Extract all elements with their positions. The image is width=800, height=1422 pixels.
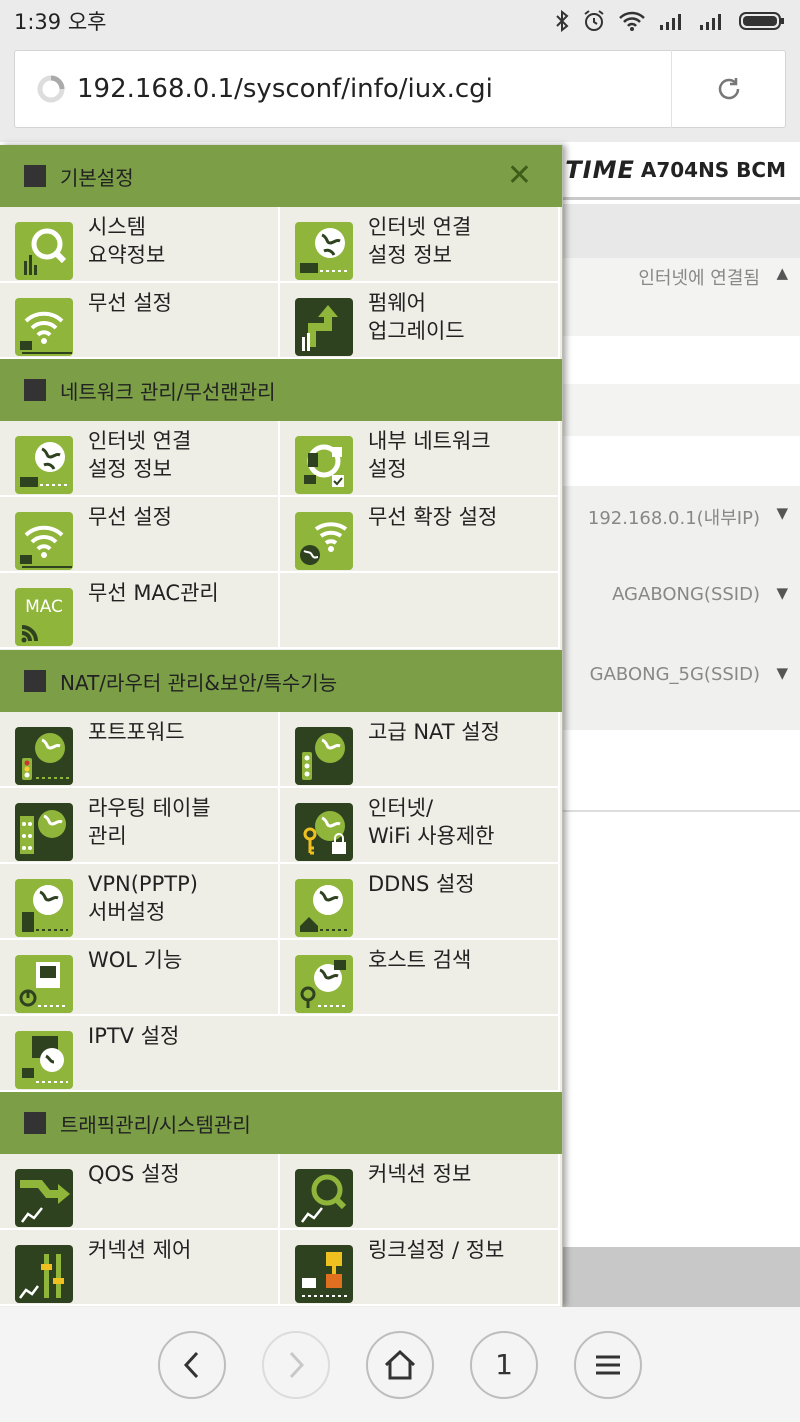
search-chart-icon xyxy=(295,1169,353,1227)
reload-button[interactable] xyxy=(671,50,785,128)
upgrade-arrow-icon xyxy=(295,298,353,356)
reload-icon xyxy=(718,78,739,100)
home-button[interactable] xyxy=(366,1330,434,1399)
section-header-basic: 기본설정 ✕ xyxy=(0,145,562,207)
wifi-globe-icon xyxy=(295,512,353,570)
caret-down-icon: ▼ xyxy=(776,504,788,522)
square-bullet-icon xyxy=(24,670,46,692)
close-icon[interactable]: ✕ xyxy=(507,161,532,191)
chevron-right-icon xyxy=(289,1351,305,1378)
square-bullet-icon xyxy=(24,165,46,187)
menu-item-routing-table[interactable]: 라우팅 테이블 관리 xyxy=(0,788,280,864)
menu-item-wol[interactable]: WOL 기능 xyxy=(0,940,280,1016)
settings-menu-panel: 기본설정 ✕ 시스템 요약정보 인터넷 연결 설정 정보 무선 설정 펌웨어 업… xyxy=(0,145,563,1307)
menu-item-wireless-setting[interactable]: 무선 설정 xyxy=(0,497,280,573)
alarm-icon xyxy=(584,10,604,31)
search-chart-icon xyxy=(15,222,73,280)
menu-item-wireless-mac[interactable]: MAC 무선 MAC관리 xyxy=(0,573,280,649)
menu-item-firmware-upgrade[interactable]: 펌웨어 업그레이드 xyxy=(280,283,560,359)
status-row[interactable]: 인터넷에 연결됨 ▲ xyxy=(562,264,800,290)
status-row[interactable]: AGABONG(SSID) ▼ xyxy=(562,584,800,605)
mac-wifi-icon: MAC xyxy=(15,588,73,646)
url-text[interactable]: 192.168.0.1/sysconf/info/iux.cgi xyxy=(77,74,671,104)
menu-item-port-forward[interactable]: 포트포워드 xyxy=(0,712,280,788)
brand-logo: TIME xyxy=(565,155,635,184)
iptv-icon xyxy=(15,1031,73,1089)
section-header-traffic: 트래픽관리/시스템관리 xyxy=(0,1092,562,1154)
status-row[interactable]: 192.168.0.1(내부IP) ▼ xyxy=(562,504,800,530)
battery-icon xyxy=(739,12,784,30)
menu-item-vpn-server[interactable]: VPN(PPTP) 서버설정 xyxy=(0,864,280,940)
globe-icon xyxy=(15,436,73,494)
menu-item-wireless-extension[interactable]: 무선 확장 설정 xyxy=(280,497,560,573)
menu-item-internet-setting[interactable]: 인터넷 연결 설정 정보 xyxy=(280,207,560,283)
caret-up-icon: ▲ xyxy=(776,264,788,282)
bluetooth-icon xyxy=(556,10,569,32)
browser-bottom-nav: 1 xyxy=(0,1307,800,1422)
section-title: 네트워크 관리/무선랜관리 xyxy=(60,379,276,404)
lan-network-icon xyxy=(295,436,353,494)
caret-down-icon: ▼ xyxy=(776,584,788,602)
section-title: 트래픽관리/시스템관리 xyxy=(60,1112,251,1137)
routing-table-icon xyxy=(15,803,73,861)
status-row[interactable]: GABONG_5G(SSID) ▼ xyxy=(562,664,800,685)
chevron-left-icon xyxy=(183,1351,199,1378)
menu-item-link-setting[interactable]: 링크설정 / 정보 xyxy=(280,1230,560,1306)
section-title: 기본설정 xyxy=(60,165,134,190)
qos-arrow-icon xyxy=(15,1169,73,1227)
model-name: A704NS BCM xyxy=(640,157,786,182)
wifi-icon xyxy=(15,512,73,570)
traffic-light-globe-icon xyxy=(295,727,353,785)
menu-item-empty xyxy=(280,573,560,649)
address-bar[interactable]: 192.168.0.1/sysconf/info/iux.cgi xyxy=(14,50,786,128)
ddns-home-icon xyxy=(295,879,353,937)
vpn-server-icon xyxy=(15,879,73,937)
section-header-network: 네트워크 관리/무선랜관리 xyxy=(0,359,562,421)
link-setting-icon xyxy=(295,1245,353,1303)
equalizer-icon xyxy=(15,1245,73,1303)
menu-item-connection-info[interactable]: 커넥션 정보 xyxy=(280,1154,560,1230)
section-header-nat: NAT/라우터 관리&보안/특수기능 xyxy=(0,650,562,712)
wifi-icon xyxy=(15,298,73,356)
menu-item-advanced-nat[interactable]: 고급 NAT 설정 xyxy=(280,712,560,788)
status-bar: 1:39 오후 xyxy=(0,0,800,42)
menu-item-iptv[interactable]: IPTV 설정 xyxy=(0,1016,560,1092)
section-title: NAT/라우터 관리&보안/특수기능 xyxy=(60,670,338,695)
home-icon xyxy=(384,1349,416,1379)
host-search-icon xyxy=(295,955,353,1013)
forward-button[interactable] xyxy=(262,1330,330,1399)
globe-icon xyxy=(295,222,353,280)
power-monitor-icon xyxy=(15,955,73,1013)
menu-item-wireless-setting[interactable]: 무선 설정 xyxy=(0,283,280,359)
square-bullet-icon xyxy=(24,1112,46,1134)
tab-count: 1 xyxy=(495,1348,513,1381)
caret-down-icon: ▼ xyxy=(776,664,788,682)
menu-item-host-search[interactable]: 호스트 검색 xyxy=(280,940,560,1016)
menu-button[interactable] xyxy=(574,1330,642,1399)
loading-icon xyxy=(37,75,65,103)
status-time: 1:39 오후 xyxy=(14,10,107,34)
wifi-icon xyxy=(619,11,645,31)
signal-icon-2 xyxy=(700,14,721,30)
menu-item-lan-setting[interactable]: 내부 네트워크 설정 xyxy=(280,421,560,497)
menu-item-qos[interactable]: QOS 설정 xyxy=(0,1154,280,1230)
menu-item-internet-restriction[interactable]: 인터넷/ WiFi 사용제한 xyxy=(280,788,560,864)
lock-key-globe-icon xyxy=(295,803,353,861)
traffic-light-globe-icon xyxy=(15,727,73,785)
menu-item-ddns[interactable]: DDNS 설정 xyxy=(280,864,560,940)
browser-toolbar: 192.168.0.1/sysconf/info/iux.cgi xyxy=(0,42,800,142)
menu-item-internet-setting[interactable]: 인터넷 연결 설정 정보 xyxy=(0,421,280,497)
square-bullet-icon xyxy=(24,379,46,401)
hamburger-icon xyxy=(596,1355,620,1374)
signal-icon xyxy=(660,14,681,30)
back-button[interactable] xyxy=(158,1330,226,1399)
svg-text:MAC: MAC xyxy=(25,597,63,617)
menu-item-connection-control[interactable]: 커넥션 제어 xyxy=(0,1230,280,1306)
tabs-button[interactable]: 1 xyxy=(470,1330,538,1399)
menu-item-system-summary[interactable]: 시스템 요약정보 xyxy=(0,207,280,283)
